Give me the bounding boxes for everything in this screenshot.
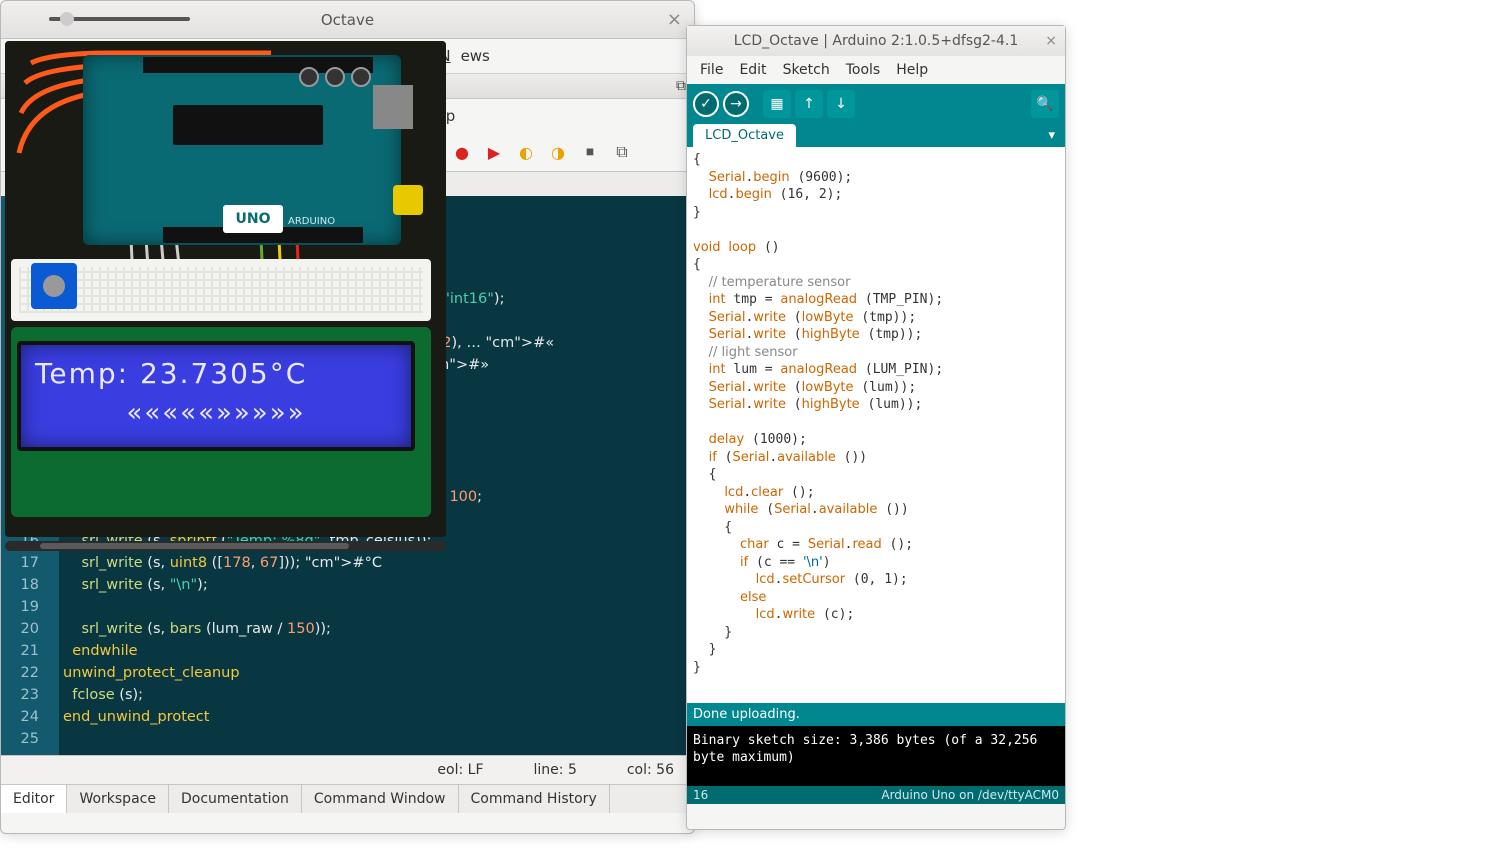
image-viewer-window: ◧ IMG_… ⛶ ≡ ✕ — [0, 0, 451, 580]
status-col: col: 56 — [627, 762, 674, 778]
arduino-titlebar[interactable]: LCD_Octave | Arduino 2:1.0.5+dfsg2-4.1 × — [687, 26, 1065, 56]
close-icon[interactable]: × — [667, 9, 682, 30]
horizontal-scrollbar[interactable] — [5, 541, 446, 551]
ard-tab[interactable]: LCD_Octave — [693, 124, 796, 147]
toggle-icon[interactable]: ⧉ — [609, 139, 635, 165]
bottom-tab-workspace[interactable]: Workspace — [67, 785, 169, 813]
stop-icon[interactable]: ⏹ — [577, 139, 603, 165]
close-icon[interactable]: × — [1045, 33, 1057, 49]
arduino-toolbar: ✓ → ▦ ↑ ↓ 🔍 — [687, 84, 1065, 124]
octave-title: Octave — [321, 11, 374, 29]
ard-menu-help[interactable]: Help — [889, 59, 935, 81]
arduino-title: LCD_Octave | Arduino 2:1.0.5+dfsg2-4.1 — [734, 33, 1018, 49]
ard-menu-file[interactable]: File — [693, 59, 730, 81]
status-line: line: 5 — [534, 762, 577, 778]
ard-menu-edit[interactable]: Edit — [732, 59, 773, 81]
breakpoint-icon[interactable]: ● — [449, 139, 475, 165]
step-icon[interactable]: ◐ — [513, 139, 539, 165]
upload-icon[interactable]: → — [723, 91, 749, 117]
arduino-window: LCD_Octave | Arduino 2:1.0.5+dfsg2-4.1 ×… — [686, 25, 1066, 830]
photo-viewport[interactable]: UNO ARDUINO Temp: 23.7305°C «««««»»»»» — [5, 41, 446, 537]
arduino-label: ARDUINO — [288, 216, 335, 227]
tab-dropdown-icon[interactable]: ▾ — [1044, 124, 1059, 147]
potentiometer — [31, 263, 77, 309]
bottom-tab-command-history[interactable]: Command History — [459, 785, 610, 813]
arduino-board: UNO ARDUINO — [83, 55, 401, 245]
footer-board: Arduino Uno on /dev/ttyACM0 — [881, 788, 1059, 802]
ard-menu-tools[interactable]: Tools — [839, 59, 888, 81]
uno-label: UNO — [223, 205, 283, 233]
ard-menu-sketch[interactable]: Sketch — [776, 59, 837, 81]
bottom-tab-documentation[interactable]: Documentation — [169, 785, 302, 813]
arduino-menubar: File Edit Sketch Tools Help — [687, 56, 1065, 84]
zoom-slider[interactable] — [49, 17, 190, 21]
panel-detach-icon[interactable]: ⧉ — [676, 78, 686, 94]
open-sketch-icon[interactable]: ↑ — [795, 90, 823, 118]
arduino-footer: 16 Arduino Uno on /dev/ttyACM0 — [687, 786, 1065, 804]
save-sketch-icon[interactable]: ↓ — [827, 90, 855, 118]
continue-icon[interactable]: ◑ — [545, 139, 571, 165]
lcd-display: Temp: 23.7305°C «««««»»»»» — [17, 341, 415, 451]
bottom-tab-command-window[interactable]: Command Window — [302, 785, 459, 813]
arduino-code[interactable]: { Serial.begin (9600); lcd.begin (16, 2)… — [687, 147, 1065, 703]
lcd-line1: Temp: 23.7305°C — [35, 357, 397, 390]
run-icon[interactable]: ▶ — [481, 139, 507, 165]
arduino-tabbar: LCD_Octave ▾ — [687, 124, 1065, 147]
bottom-tab-editor[interactable]: Editor — [1, 785, 67, 813]
editor-statusbar: eol: LF line: 5 col: 56 — [1, 755, 694, 784]
new-sketch-icon[interactable]: ▦ — [763, 90, 791, 118]
status-eol: eol: LF — [437, 762, 483, 778]
arduino-status: Done uploading. — [687, 703, 1065, 726]
bottom-tabs: Editor Workspace Documentation Command W… — [1, 784, 694, 813]
serial-monitor-icon[interactable]: 🔍 — [1031, 90, 1059, 118]
footer-line: 16 — [693, 788, 708, 802]
verify-icon[interactable]: ✓ — [693, 91, 719, 117]
lcd-line2: «««««»»»»» — [35, 398, 397, 428]
photo-content: UNO ARDUINO Temp: 23.7305°C «««««»»»»» — [5, 41, 446, 537]
arduino-console: Binary sketch size: 3,386 bytes (of a 32… — [687, 726, 1065, 786]
scrollbar-thumb[interactable] — [40, 543, 349, 549]
